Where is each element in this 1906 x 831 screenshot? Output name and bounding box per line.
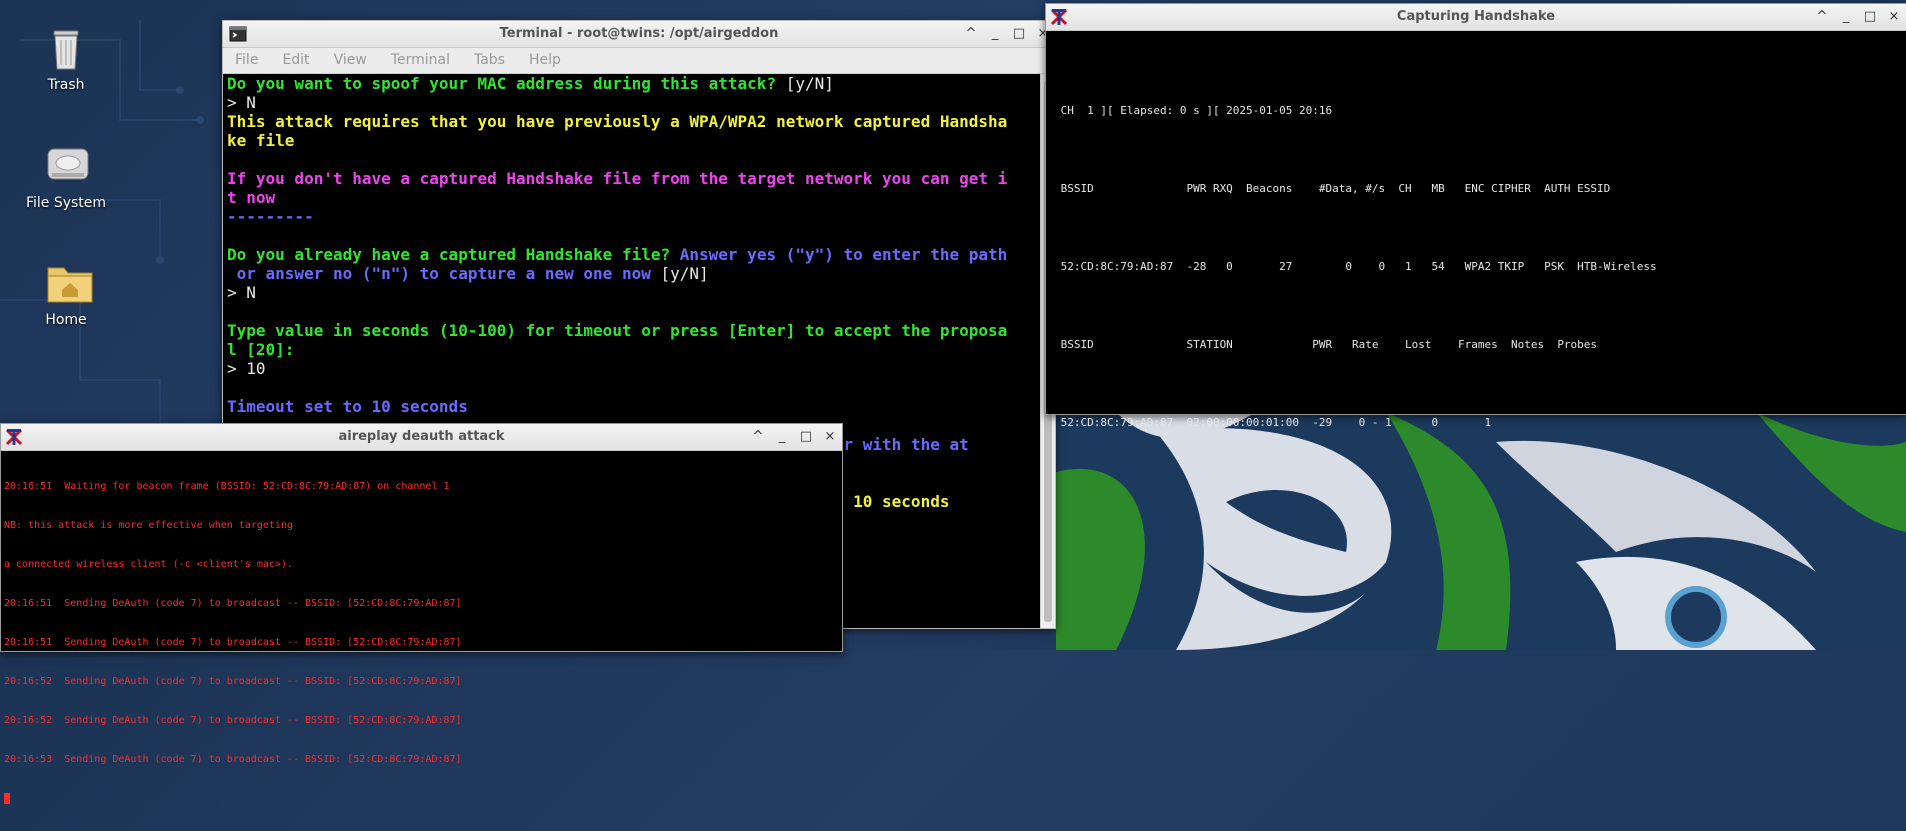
capture-titlebar[interactable]: Capturing Handshake ^ _ □ ×	[1046, 4, 1906, 31]
terminal-line: Timeout set to 10 seconds	[227, 397, 468, 416]
terminal-line: l [20]:	[227, 340, 295, 359]
desktop-icon-trash[interactable]: Trash	[11, 25, 121, 93]
capture-title: Capturing Handshake	[1396, 9, 1556, 24]
menu-view[interactable]: View	[322, 48, 379, 73]
minimize-button[interactable]: _	[987, 21, 1003, 47]
aireplay-line: 20:16:51 Sending DeAuth (code 7) to broa…	[4, 637, 462, 648]
desktop-icon-label: Trash	[47, 77, 85, 93]
terminal-line: t now	[227, 188, 276, 207]
shade-button[interactable]: ^	[750, 424, 766, 450]
maximize-button[interactable]: □	[798, 424, 814, 450]
window-controls: ^ _ □ ×	[963, 21, 1051, 47]
station-table-row: 52:CD:8C:79:AD:87 02:00:00:00:01:00 -29 …	[1054, 416, 1492, 429]
aireplay-line: a connected wireless client (-c <client'…	[4, 559, 293, 570]
xterm-icon	[1050, 8, 1068, 26]
xterm-icon	[5, 428, 23, 446]
airodump-output[interactable]: CH 1 ][ Elapsed: 0 s ][ 2025-01-05 20:16…	[1054, 46, 1896, 429]
terminal-titlebar[interactable]: Terminal - root@twins: /opt/airgeddon ^ …	[223, 21, 1055, 48]
terminal-line: Type value in seconds (10-100) for timeo…	[227, 321, 1008, 340]
aireplay-line: 20:16:52 Sending DeAuth (code 7) to broa…	[4, 715, 462, 726]
window-controls: ^ _ □ ×	[1814, 4, 1902, 30]
minimize-button[interactable]: _	[774, 424, 790, 450]
terminal-line: ke file	[227, 131, 295, 150]
home-folder-icon	[46, 260, 93, 306]
capture-window[interactable]: Capturing Handshake ^ _ □ × CH 1 ][ Elap…	[1045, 3, 1906, 429]
desktop-icon-label: File System	[25, 195, 107, 211]
aireplay-line: 20:16:52 Sending DeAuth (code 7) to broa…	[4, 676, 462, 687]
menu-file[interactable]: File	[223, 48, 270, 73]
close-button[interactable]: ×	[822, 424, 838, 450]
aireplay-line: 20:16:51 Waiting for beacon frame (BSSID…	[4, 481, 450, 492]
terminal-line: Do you already have a captured Handshake…	[227, 245, 1008, 264]
minimize-button[interactable]: _	[1838, 4, 1854, 30]
close-button[interactable]: ×	[1886, 4, 1902, 30]
menu-help[interactable]: Help	[517, 48, 573, 73]
terminal-menubar: File Edit View Terminal Tabs Help	[223, 48, 1055, 74]
maximize-button[interactable]: □	[1011, 21, 1027, 47]
terminal-line: Do you want to spoof your MAC address du…	[227, 74, 834, 93]
window-controls: ^ _ □ ×	[750, 424, 838, 450]
maximize-button[interactable]: □	[1862, 4, 1878, 30]
ap-table-row: 52:CD:8C:79:AD:87 -28 0 27 0 0 1 54 WPA2…	[1054, 260, 1657, 273]
desktop-icon-home[interactable]: Home	[11, 260, 121, 328]
menu-tabs[interactable]: Tabs	[462, 48, 517, 73]
airodump-status-line: CH 1 ][ Elapsed: 0 s ][ 2025-01-05 20:16	[1054, 104, 1333, 117]
terminal-line: or answer no ("n") to capture a new one …	[227, 264, 709, 283]
aireplay-output[interactable]: 20:16:51 Waiting for beacon frame (BSSID…	[4, 454, 838, 804]
terminal-line: > N	[227, 283, 256, 302]
terminal-line: This attack requires that you have previ…	[227, 112, 1008, 131]
desktop-icon-label: Home	[45, 312, 87, 328]
aireplay-line: 20:16:53 Sending DeAuth (code 7) to broa…	[4, 754, 462, 765]
text-cursor	[4, 792, 10, 804]
desktop-icon-file-system[interactable]: File System	[11, 143, 121, 211]
terminal-app-icon	[229, 26, 247, 42]
trash-icon	[46, 25, 86, 71]
aireplay-title: aireplay deauth attack	[338, 429, 505, 444]
aireplay-titlebar[interactable]: aireplay deauth attack ^ _ □ ×	[1, 424, 842, 451]
shade-button[interactable]: ^	[963, 21, 979, 47]
drive-icon	[46, 143, 89, 189]
terminal-title: Terminal - root@twins: /opt/airgeddon	[499, 26, 779, 41]
terminal-line: ---------	[227, 207, 314, 226]
terminal-line: > 10	[227, 359, 266, 378]
station-table-header: BSSID STATION PWR Rate Lost Frames Notes…	[1054, 338, 1598, 351]
aireplay-line: NB: this attack is more effective when t…	[4, 520, 293, 531]
aireplay-window[interactable]: aireplay deauth attack ^ _ □ × 20:16:51 …	[0, 423, 843, 804]
menu-terminal[interactable]: Terminal	[379, 48, 462, 73]
aireplay-line: 20:16:51 Sending DeAuth (code 7) to broa…	[4, 598, 462, 609]
terminal-line: > N	[227, 93, 256, 112]
ap-table-header: BSSID PWR RXQ Beacons #Data, #/s CH MB E…	[1054, 182, 1611, 195]
shade-button[interactable]: ^	[1814, 4, 1830, 30]
menu-edit[interactable]: Edit	[270, 48, 321, 73]
terminal-line: If you don't have a captured Handshake f…	[227, 169, 1008, 188]
